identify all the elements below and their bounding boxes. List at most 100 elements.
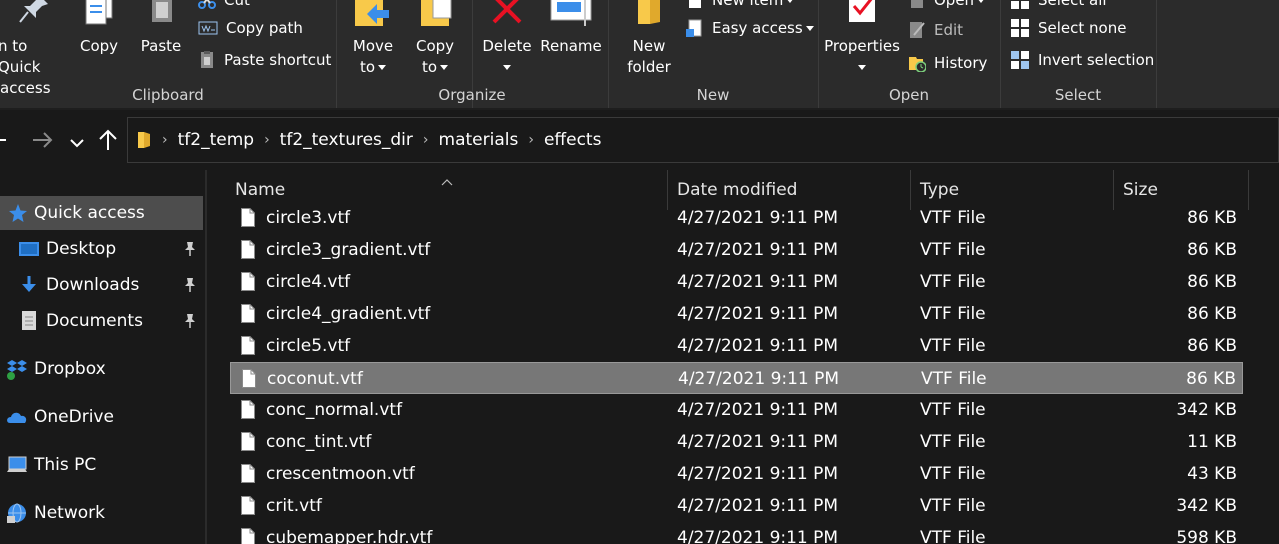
- pin-icon: [18, 0, 52, 24]
- sidebar-item-quick-access[interactable]: Quick access: [0, 196, 203, 230]
- open-button[interactable]: Open: [908, 0, 986, 12]
- breadcrumb-tf2-textures-dir[interactable]: tf2_textures_dir: [280, 130, 413, 150]
- file-name: coconut.vtf: [267, 369, 363, 389]
- paste-shortcut-icon: [198, 51, 216, 69]
- file-date-modified: 4/27/2021 9:11 PM: [677, 304, 839, 324]
- file-date-modified: 4/27/2021 9:11 PM: [677, 208, 839, 228]
- file-name: crit.vtf: [266, 496, 322, 516]
- new-item-button[interactable]: New item: [686, 0, 795, 12]
- documents-icon: [18, 310, 40, 332]
- clipboard-group-label: Clipboard: [132, 86, 204, 104]
- column-header-type[interactable]: Type: [920, 180, 959, 200]
- sidebar-item-label: Network: [34, 503, 105, 523]
- file-row[interactable]: crit.vtf 4/27/2021 9:11 PM VTF File 342 KB: [230, 490, 1243, 522]
- column-header-date-modified[interactable]: Date modified: [677, 180, 797, 200]
- breadcrumb-tf2-temp[interactable]: tf2_temp: [178, 130, 254, 150]
- forward-icon[interactable]: [32, 130, 54, 156]
- pin-icon[interactable]: [183, 313, 197, 329]
- properties-button[interactable]: Properties: [824, 0, 900, 80]
- address-bar[interactable]: › tf2_temp › tf2_textures_dir › material…: [127, 117, 1279, 163]
- recent-locations-chevron-icon[interactable]: [70, 132, 84, 156]
- back-icon[interactable]: [0, 130, 8, 156]
- pin-icon[interactable]: [183, 277, 197, 293]
- pin-to-quick-access-button[interactable]: n to Quick access: [0, 0, 70, 97]
- cut-button[interactable]: Cut: [198, 0, 250, 12]
- sidebar-item-dropbox[interactable]: Dropbox: [0, 352, 203, 386]
- rename-button[interactable]: Rename: [540, 0, 602, 80]
- move-to-icon: [353, 0, 393, 28]
- file-row[interactable]: crescentmoon.vtf 4/27/2021 9:11 PM VTF Fil…: [230, 458, 1243, 490]
- up-arrow-icon[interactable]: [98, 129, 118, 157]
- file-date-modified: 4/27/2021 9:11 PM: [677, 400, 839, 420]
- invert-selection-label: Invert selection: [1038, 51, 1155, 69]
- move-to-button[interactable]: Move to: [350, 0, 396, 80]
- chevron-down-icon: [858, 65, 866, 70]
- file-row[interactable]: circle4_gradient.vtf 4/27/2021 9:11 PM VTF…: [230, 298, 1243, 330]
- file-type: VTF File: [920, 208, 986, 228]
- sidebar-item-documents[interactable]: Documents: [0, 304, 203, 338]
- sidebar-item-desktop[interactable]: Desktop: [0, 232, 203, 266]
- breadcrumb-separator-icon[interactable]: ›: [528, 132, 534, 148]
- file-date-modified: 4/27/2021 9:11 PM: [677, 432, 839, 452]
- select-none-button[interactable]: Select none: [1010, 16, 1126, 40]
- edit-icon: [908, 21, 926, 39]
- file-row[interactable]: circle3_gradient.vtf 4/27/2021 9:11 PM VTF…: [230, 234, 1243, 266]
- edit-button[interactable]: Edit: [908, 18, 963, 42]
- copy-button[interactable]: Copy: [76, 0, 122, 80]
- new-folder-button[interactable]: New folder: [622, 0, 676, 80]
- move-to-line2-text: to: [359, 58, 376, 76]
- properties-label-text: Properties: [824, 37, 900, 55]
- file-row[interactable]: conc_normal.vtf 4/27/2021 9:11 PM VTF File…: [230, 394, 1243, 426]
- paste-shortcut-button[interactable]: Paste shortcut: [198, 48, 331, 72]
- paste-button[interactable]: Paste: [138, 0, 184, 80]
- file-row[interactable]: circle4.vtf 4/27/2021 9:11 PM VTF File 86 K…: [230, 266, 1243, 298]
- breadcrumb-separator-icon[interactable]: ›: [423, 132, 429, 148]
- sort-ascending-icon[interactable]: [441, 172, 453, 186]
- easy-access-button[interactable]: Easy access: [686, 16, 814, 40]
- file-size: 86 KB: [1187, 272, 1237, 292]
- file-type: VTF File: [920, 432, 986, 452]
- download-icon: [18, 274, 40, 296]
- file-type: VTF File: [920, 464, 986, 484]
- copy-to-button[interactable]: Copy to: [412, 0, 458, 80]
- file-date-modified: 4/27/2021 9:11 PM: [678, 369, 840, 389]
- pin-icon[interactable]: [183, 241, 197, 257]
- copy-path-button[interactable]: Copy path: [198, 16, 303, 40]
- file-icon: [241, 464, 255, 483]
- file-icon: [241, 496, 255, 515]
- column-header-size[interactable]: Size: [1123, 180, 1158, 200]
- breadcrumb-separator-icon[interactable]: ›: [162, 132, 168, 148]
- invert-selection-button[interactable]: Invert selection: [1010, 48, 1154, 72]
- dropbox-icon: [6, 358, 28, 380]
- file-row[interactable]: circle5.vtf 4/27/2021 9:11 PM VTF File 86 K…: [230, 330, 1243, 362]
- copy-icon: [82, 0, 116, 26]
- file-row[interactable]: cubemapper.hdr.vtf 4/27/2021 9:11 PM VTF F…: [230, 522, 1243, 544]
- delete-label-text: Delete: [482, 37, 532, 55]
- history-button[interactable]: History: [908, 51, 987, 75]
- delete-button[interactable]: Delete: [482, 0, 532, 80]
- file-name: cubemapper.hdr.vtf: [266, 528, 433, 544]
- file-row[interactable]: conc_tint.vtf 4/27/2021 9:11 PM VTF File 11…: [230, 426, 1243, 458]
- select-none-label: Select none: [1038, 19, 1127, 37]
- edit-label: Edit: [934, 21, 964, 39]
- breadcrumb-separator-icon[interactable]: ›: [264, 132, 270, 148]
- scissors-icon: [198, 0, 216, 9]
- breadcrumb-materials[interactable]: materials: [439, 130, 519, 150]
- sidebar-item-onedrive[interactable]: OneDrive: [0, 400, 203, 434]
- file-row[interactable]: coconut.vtf 4/27/2021 9:11 PM VTF File 86 K…: [230, 362, 1243, 394]
- onedrive-icon: [6, 406, 28, 428]
- file-row[interactable]: circle3.vtf 4/27/2021 9:11 PM VTF File 86 K…: [230, 202, 1243, 234]
- sidebar-item-downloads[interactable]: Downloads: [0, 268, 203, 302]
- paste-shortcut-label: Paste shortcut: [224, 51, 332, 69]
- file-name: conc_tint.vtf: [266, 432, 372, 452]
- chevron-down-icon: [503, 65, 511, 70]
- breadcrumb-effects[interactable]: effects: [544, 130, 602, 150]
- column-divider[interactable]: [1248, 170, 1249, 210]
- file-size: 86 KB: [1186, 369, 1236, 389]
- select-all-button[interactable]: Select all: [1010, 0, 1107, 12]
- new-item-label: New item: [712, 0, 784, 9]
- sidebar-item-this-pc[interactable]: This PC: [0, 448, 203, 482]
- file-name: circle3_gradient.vtf: [266, 240, 431, 260]
- column-header-name[interactable]: Name: [235, 180, 285, 200]
- sidebar-item-network[interactable]: Network: [0, 496, 203, 530]
